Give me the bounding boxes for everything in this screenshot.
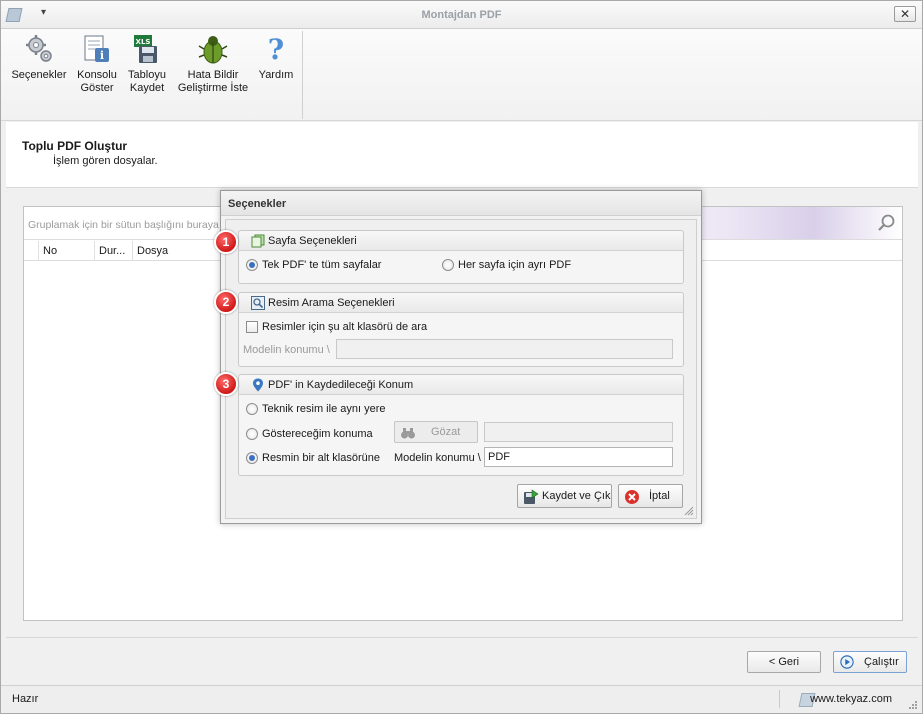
image-search-icon (251, 296, 265, 310)
same-location-label[interactable]: Teknik resim ile aynı yere (262, 403, 386, 415)
navigation-bar: < Geri Çalıştır (6, 637, 918, 683)
column-status[interactable]: Dur... (94, 241, 132, 261)
window-title: Montajdan PDF (421, 9, 502, 21)
help-question-icon: ? (268, 33, 284, 65)
status-bar: Hazır www.tekyaz.com (1, 685, 922, 713)
console-info-icon: i (84, 35, 109, 62)
bug-icon (198, 36, 228, 64)
model-location-input[interactable] (336, 339, 673, 359)
image-search-header: Resim Arama Seçenekleri (239, 293, 683, 313)
step-badge-3: 3 (214, 372, 238, 396)
page-options-group: Sayfa Seçenekleri Tek PDF' te tüm sayfal… (238, 230, 684, 284)
back-button[interactable]: < Geri (747, 651, 821, 673)
resize-grip-icon[interactable] (908, 700, 918, 710)
show-console-label-2: Göster (80, 82, 114, 94)
report-bug-label-2: Geliştirme İste (177, 82, 249, 94)
radio-subfolder[interactable] (246, 452, 258, 464)
save-exit-button[interactable]: Kaydet ve Çık (517, 484, 612, 508)
step-badge-2: 2 (214, 290, 238, 314)
column-no[interactable]: No (38, 241, 94, 261)
dialog-title-bar[interactable]: Seçenekler (221, 191, 701, 216)
svg-text:i: i (100, 49, 104, 62)
subfolder-checkbox[interactable] (246, 321, 258, 333)
image-search-title: Resim Arama Seçenekleri (268, 297, 395, 309)
custom-location-label[interactable]: Göstereceğim konuma (262, 428, 373, 440)
column-file[interactable]: Dosya (132, 241, 218, 261)
browse-button[interactable]: Gözat (394, 421, 478, 443)
dialog-body: Sayfa Seçenekleri Tek PDF' te tüm sayfal… (214, 219, 697, 519)
run-button[interactable]: Çalıştır (833, 651, 907, 673)
page-title: Toplu PDF Oluştur (22, 139, 128, 153)
radio-custom-location[interactable] (246, 428, 258, 440)
step-badge-1: 1 (214, 230, 238, 254)
run-label: Çalıştır (864, 656, 899, 668)
save-exit-label: Kaydet ve Çık (542, 490, 611, 502)
close-button[interactable]: ✕ (894, 6, 916, 22)
subfolder-input[interactable]: PDF (484, 447, 673, 467)
cancel-icon (625, 490, 639, 504)
dialog-title: Seçenekler (228, 198, 287, 210)
map-pin-icon (253, 378, 263, 392)
subfolder-check-label[interactable]: Resimler için şu alt klasörü de ara (262, 321, 427, 333)
single-pdf-label[interactable]: Tek PDF' te tüm sayfalar (262, 259, 381, 271)
options-dialog: Seçenekler Sayfa Seçenekleri Tek PDF' te… (214, 190, 702, 524)
svg-text:XLS: XLS (136, 38, 151, 46)
ribbon: Seçenekler i Konsolu Göster XLS Tabloyu … (1, 29, 922, 121)
show-console-label-1: Konsolu (77, 69, 117, 81)
page-subtitle: İşlem gören dosyalar. (53, 155, 158, 167)
help-button[interactable]: ? Yardım (255, 33, 297, 82)
report-bug-button[interactable]: Hata Bildir Geliştirme İste (177, 33, 249, 95)
status-text: Hazır (12, 693, 39, 705)
model-location-label-2: Modelin konumu \ (394, 452, 481, 464)
website-link[interactable]: www.tekyaz.com (810, 693, 892, 705)
save-location-group: PDF' in Kaydedileceği Konum Teknik resim… (238, 374, 684, 476)
custom-path-input[interactable] (484, 422, 673, 442)
save-table-label-1: Tabloyu (128, 69, 166, 81)
separate-pdf-label[interactable]: Her sayfa için ayrı PDF (458, 259, 571, 271)
page-options-header: Sayfa Seçenekleri (239, 231, 683, 251)
save-location-title: PDF' in Kaydedileceği Konum (268, 379, 414, 391)
page-options-title: Sayfa Seçenekleri (268, 235, 357, 247)
image-search-group: Resim Arama Seçenekleri Resimler için şu… (238, 292, 684, 367)
model-location-label: Modelin konumu \ (243, 344, 330, 356)
title-bar: ▾ Montajdan PDF ✕ (1, 1, 922, 29)
pages-icon (251, 234, 265, 248)
svg-text:?: ? (268, 33, 284, 65)
cancel-label: İptal (649, 490, 670, 502)
options-label: Seçenekler (11, 69, 67, 81)
browse-label: Gözat (431, 426, 461, 438)
wizard-header: Toplu PDF Oluştur İşlem gören dosyalar. (6, 122, 918, 188)
ribbon-group: Seçenekler i Konsolu Göster XLS Tabloyu … (5, 31, 303, 119)
report-bug-label-1: Hata Bildir (187, 69, 239, 81)
save-table-button[interactable]: XLS Tabloyu Kaydet (125, 33, 169, 95)
dialog-resize-grip-icon[interactable] (684, 506, 694, 516)
show-console-button[interactable]: i Konsolu Göster (75, 33, 119, 95)
play-icon (840, 655, 854, 669)
gears-icon (26, 35, 52, 62)
help-label: Yardım (258, 69, 294, 81)
radio-separate-pdf[interactable] (442, 259, 454, 271)
options-button[interactable]: Seçenekler (9, 33, 69, 82)
status-separator (779, 690, 780, 708)
subfolder-option-label[interactable]: Resmin bir alt klasörüne (262, 452, 380, 464)
search-icon[interactable] (876, 213, 896, 233)
group-hint: Gruplamak için bir sütun başlığını buray… (28, 219, 219, 231)
save-table-label-2: Kaydet (129, 82, 165, 94)
save-location-header: PDF' in Kaydedileceği Konum (239, 375, 683, 395)
binoculars-icon (401, 428, 415, 439)
excel-save-icon: XLS (134, 35, 157, 63)
cancel-button[interactable]: İptal (618, 484, 683, 508)
save-exit-icon (524, 489, 539, 504)
radio-same-location[interactable] (246, 403, 258, 415)
radio-single-pdf[interactable] (246, 259, 258, 271)
